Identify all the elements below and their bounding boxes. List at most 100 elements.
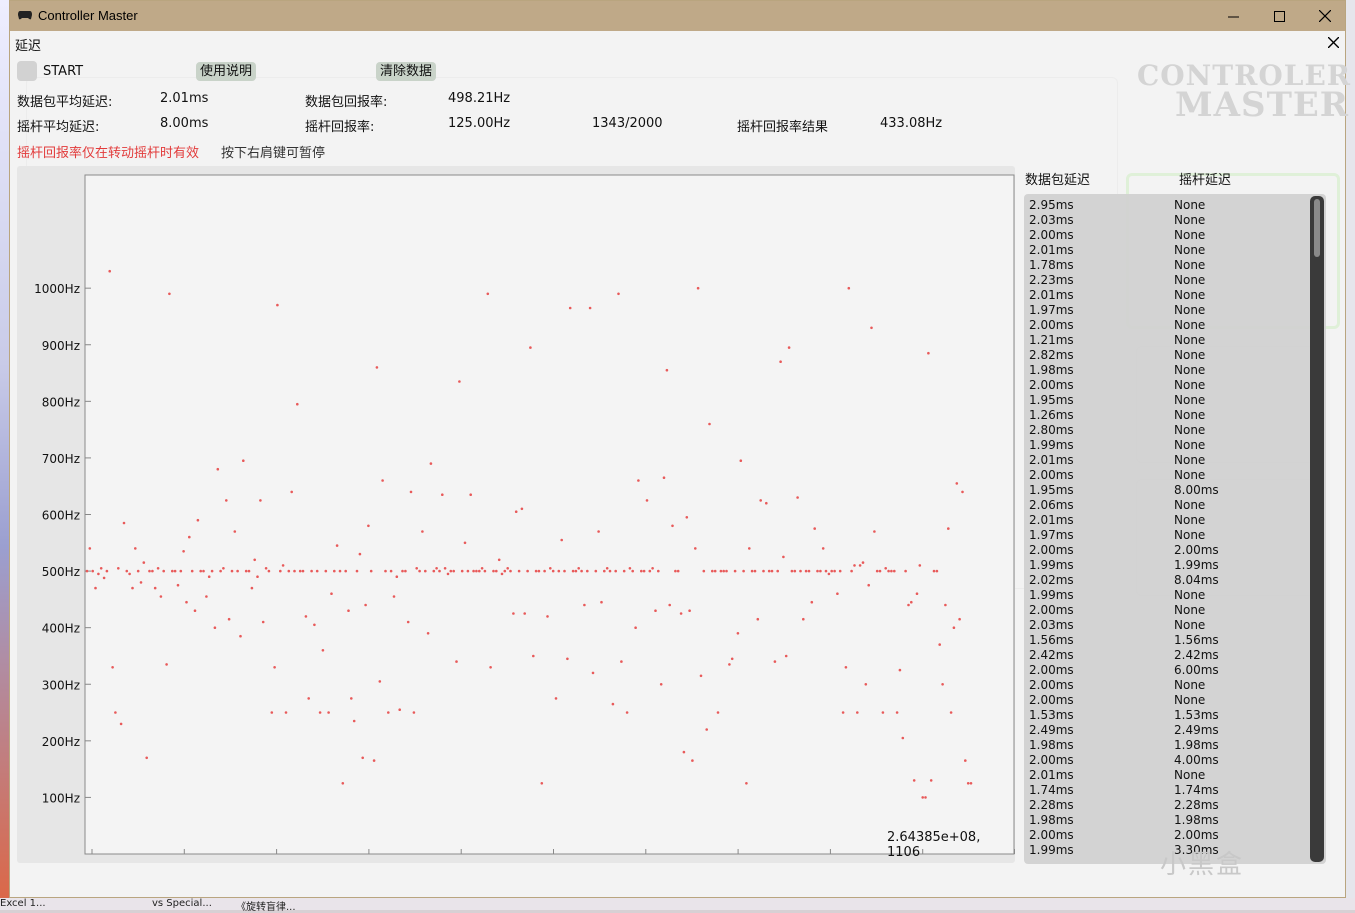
data-point (821, 547, 825, 550)
data-point (492, 569, 495, 573)
stick-rate-value: 125.00Hz (448, 116, 511, 131)
data-point (642, 569, 646, 573)
data-point (381, 479, 384, 482)
data-point (625, 711, 629, 714)
data-point (432, 569, 436, 573)
packet-latency-item: 1.56ms (1029, 633, 1074, 647)
data-point (418, 569, 421, 573)
data-point (944, 603, 947, 607)
list-scrollbar[interactable] (1310, 196, 1324, 862)
data-point (512, 612, 515, 615)
data-point (145, 756, 148, 760)
data-point (932, 569, 936, 573)
packet-latency-item: 1.26ms (1029, 408, 1074, 422)
close-window-button[interactable] (1302, 1, 1348, 31)
data-point (122, 521, 126, 525)
packet-latency-item: 1.74ms (1029, 783, 1074, 797)
packet-latency-item: 1.99ms (1029, 558, 1074, 572)
packet-latency-item: 1.99ms (1029, 438, 1074, 452)
stick-latency-item: 4.00ms (1174, 753, 1219, 767)
data-point (159, 595, 163, 598)
data-point (472, 569, 475, 573)
data-point (597, 530, 600, 533)
start-checkbox[interactable] (17, 61, 37, 81)
packet-latency-item: 1.53ms (1029, 708, 1074, 722)
packet-latency-item: 2.06ms (1029, 498, 1074, 512)
data-point (304, 615, 308, 618)
close-icon (1327, 36, 1340, 49)
packet-latency-item: 2.03ms (1029, 213, 1074, 227)
stick-latency-item: 8.00ms (1174, 483, 1219, 497)
data-point (142, 561, 146, 564)
data-point (500, 572, 504, 576)
data-point (131, 586, 134, 590)
data-point (125, 569, 129, 573)
data-point (910, 600, 913, 604)
data-point (813, 527, 816, 530)
stick-latency-item: 2.00ms (1174, 543, 1219, 557)
data-point (466, 569, 470, 573)
data-point (406, 620, 410, 624)
data-point (429, 462, 433, 465)
stick-latency-item: None (1174, 678, 1206, 692)
data-point (219, 569, 222, 573)
data-point (841, 711, 845, 714)
stick-result-label: 摇杆回报率结果 (737, 120, 829, 135)
data-point (426, 632, 430, 635)
scatter-chart[interactable]: 1000Hz 900Hz 800Hz 700Hz 600Hz 500Hz 400Hz 300H… (17, 166, 1015, 863)
usage-button[interactable]: 使用说明 (196, 62, 257, 81)
y-tick-label: 600Hz (42, 509, 80, 523)
data-point (108, 269, 111, 273)
minimize-button[interactable] (1210, 1, 1256, 31)
data-point (259, 499, 262, 502)
plot-area (84, 174, 1015, 855)
data-point (830, 569, 833, 573)
taskbar-item[interactable]: 《旋转盲律... (236, 898, 296, 913)
data-point (412, 711, 416, 714)
close-dialog-button[interactable] (1327, 33, 1340, 52)
data-point (367, 524, 370, 528)
y-tick-label: 200Hz (42, 735, 80, 749)
stick-latency-item: None (1174, 768, 1206, 782)
data-point (287, 569, 291, 573)
stick-latency-item: 1.53ms (1174, 708, 1219, 722)
data-point (369, 569, 373, 573)
maximize-button[interactable] (1256, 1, 1302, 31)
data-point (321, 649, 325, 652)
data-point (773, 660, 777, 663)
data-point (185, 600, 188, 604)
data-point (162, 569, 165, 573)
title-bar[interactable]: Controller Master (10, 1, 1345, 31)
taskbar-item[interactable]: Excel 1... (0, 898, 46, 909)
data-point (580, 569, 583, 573)
data-point (435, 567, 438, 570)
stick-latency-item: None (1174, 228, 1206, 242)
packet-latency-item: 2.00ms (1029, 828, 1074, 842)
stick-latency-item: 2.00ms (1174, 828, 1219, 842)
stick-latency-item: None (1174, 528, 1206, 542)
data-point (196, 518, 200, 522)
data-point (460, 569, 464, 573)
taskbar-item[interactable]: vs Special... (152, 898, 212, 909)
data-point (449, 569, 453, 573)
data-point (242, 459, 245, 463)
data-point (455, 660, 458, 663)
data-point (844, 666, 848, 669)
clear-data-button[interactable]: 清除数据 (376, 62, 437, 81)
data-point (153, 586, 157, 590)
data-point (836, 592, 839, 595)
data-point (637, 479, 640, 482)
data-point (514, 510, 518, 513)
data-point (918, 564, 922, 567)
latency-list-panel[interactable]: 2.95ms 2.03ms 2.00ms 2.01ms 1.78ms 2.23ms 2.01… (1024, 194, 1326, 864)
data-point (421, 530, 424, 533)
latency-chart-panel[interactable]: 1000Hz 900Hz 800Hz 700Hz 600Hz 500Hz 400Hz 300H… (17, 166, 1015, 863)
packet-latency-item: 1.98ms (1029, 363, 1074, 377)
data-point (702, 569, 706, 573)
data-point (864, 683, 868, 686)
list-scroll-thumb[interactable] (1314, 199, 1320, 257)
data-point (890, 569, 893, 573)
app-window: Controller Master CONTROLER MASTER 延迟 ST… (9, 0, 1350, 898)
data-point (330, 592, 333, 595)
data-point (938, 643, 941, 646)
